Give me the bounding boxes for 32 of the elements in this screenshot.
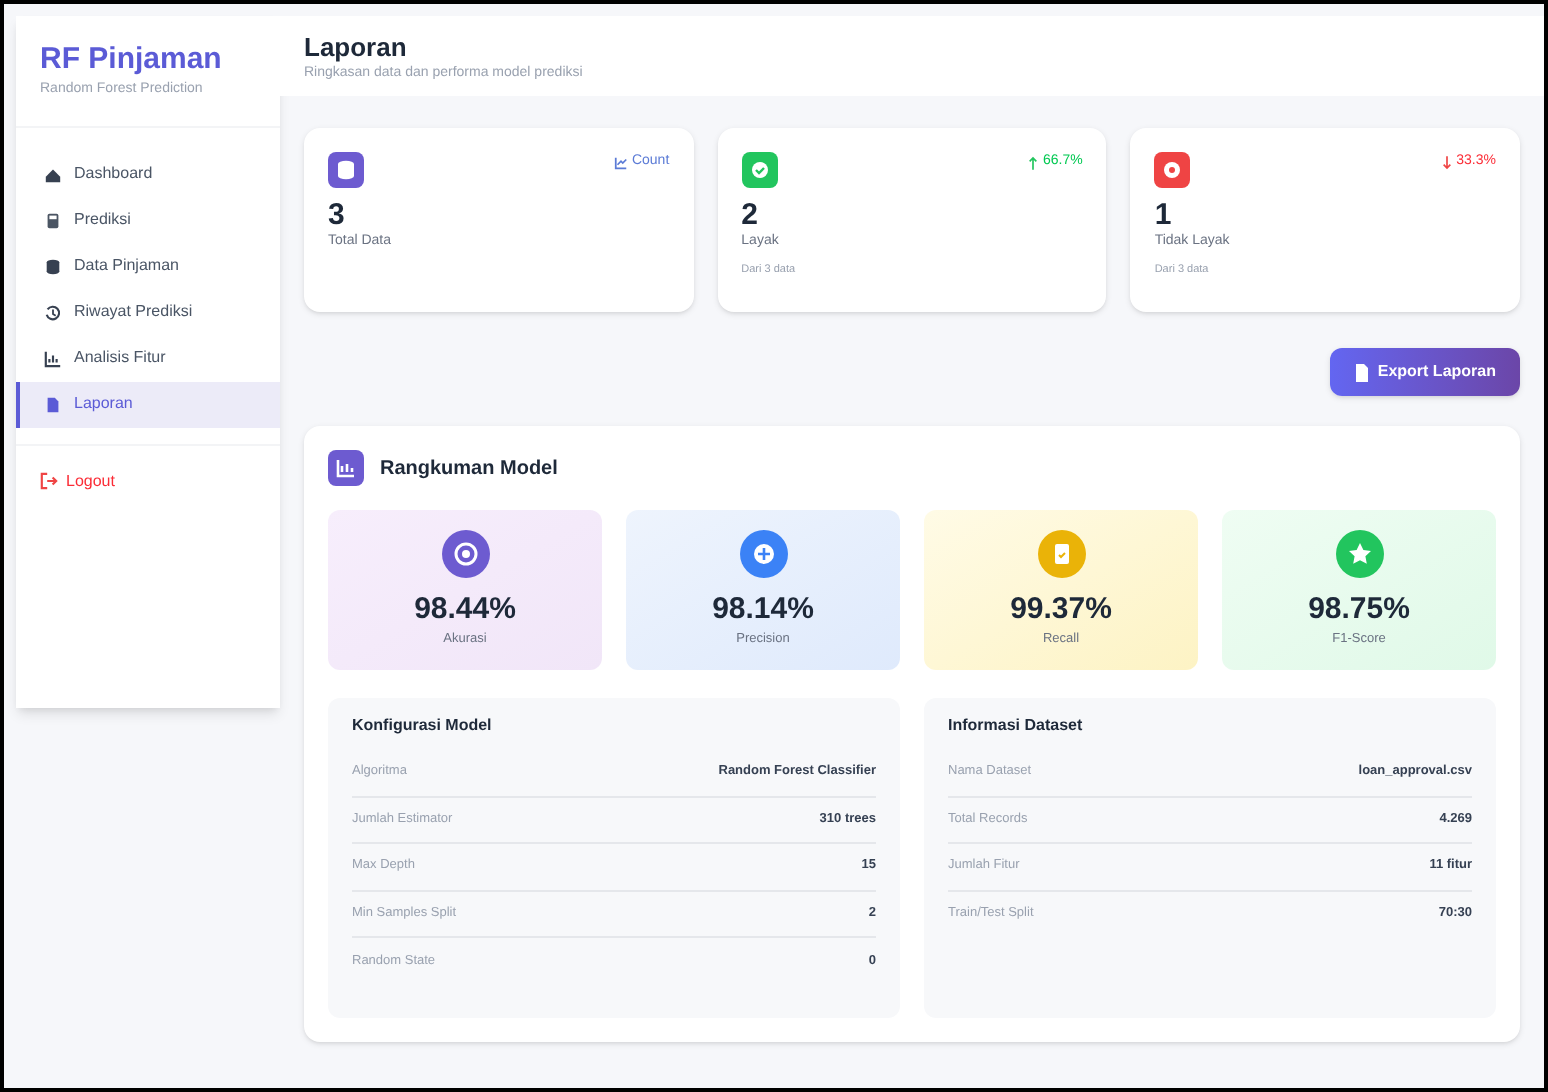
- arrow-up-icon: [1028, 155, 1039, 170]
- metric-value: 98.14%: [712, 590, 814, 630]
- history-icon: [44, 303, 62, 321]
- calculator-icon: [44, 211, 62, 229]
- logout-icon: [40, 472, 58, 490]
- nav-item[interactable]: Analisis Fitur: [16, 335, 280, 381]
- nav-item[interactable]: Dashboard: [16, 151, 280, 197]
- card-title: Informasi Dataset: [948, 714, 1085, 738]
- chart-icon: [328, 450, 364, 486]
- section-title: Rangkuman Model: [380, 455, 558, 483]
- metric-value: 99.37%: [1010, 590, 1112, 630]
- bar-chart-icon: [44, 349, 62, 367]
- page-title: Laporan: [304, 32, 409, 64]
- arrow-down-icon: [1442, 155, 1453, 170]
- document-icon: [1353, 363, 1370, 381]
- brand-title: RF Pinjaman: [40, 40, 224, 80]
- nav-item[interactable]: Laporan: [16, 381, 280, 427]
- metric-value: 98.75%: [1308, 590, 1410, 630]
- line-chart-icon: [613, 155, 628, 170]
- stat-value: 1: [1154, 200, 1174, 232]
- stat-value: 3: [328, 200, 347, 232]
- nav-item[interactable]: Prediksi: [16, 197, 280, 243]
- export-button[interactable]: Export Laporan: [1329, 348, 1520, 396]
- stat-value: 2: [741, 200, 760, 232]
- metric-value: 98.44%: [414, 590, 516, 630]
- house-icon: [44, 165, 62, 183]
- database-icon: [44, 257, 62, 275]
- nav-item[interactable]: Data Pinjaman: [16, 243, 280, 289]
- card-title: Konfigurasi Model: [352, 714, 494, 738]
- document-icon: [44, 395, 62, 413]
- logout-link[interactable]: Logout: [40, 469, 256, 493]
- nav-item[interactable]: Riwayat Prediksi: [16, 289, 280, 335]
